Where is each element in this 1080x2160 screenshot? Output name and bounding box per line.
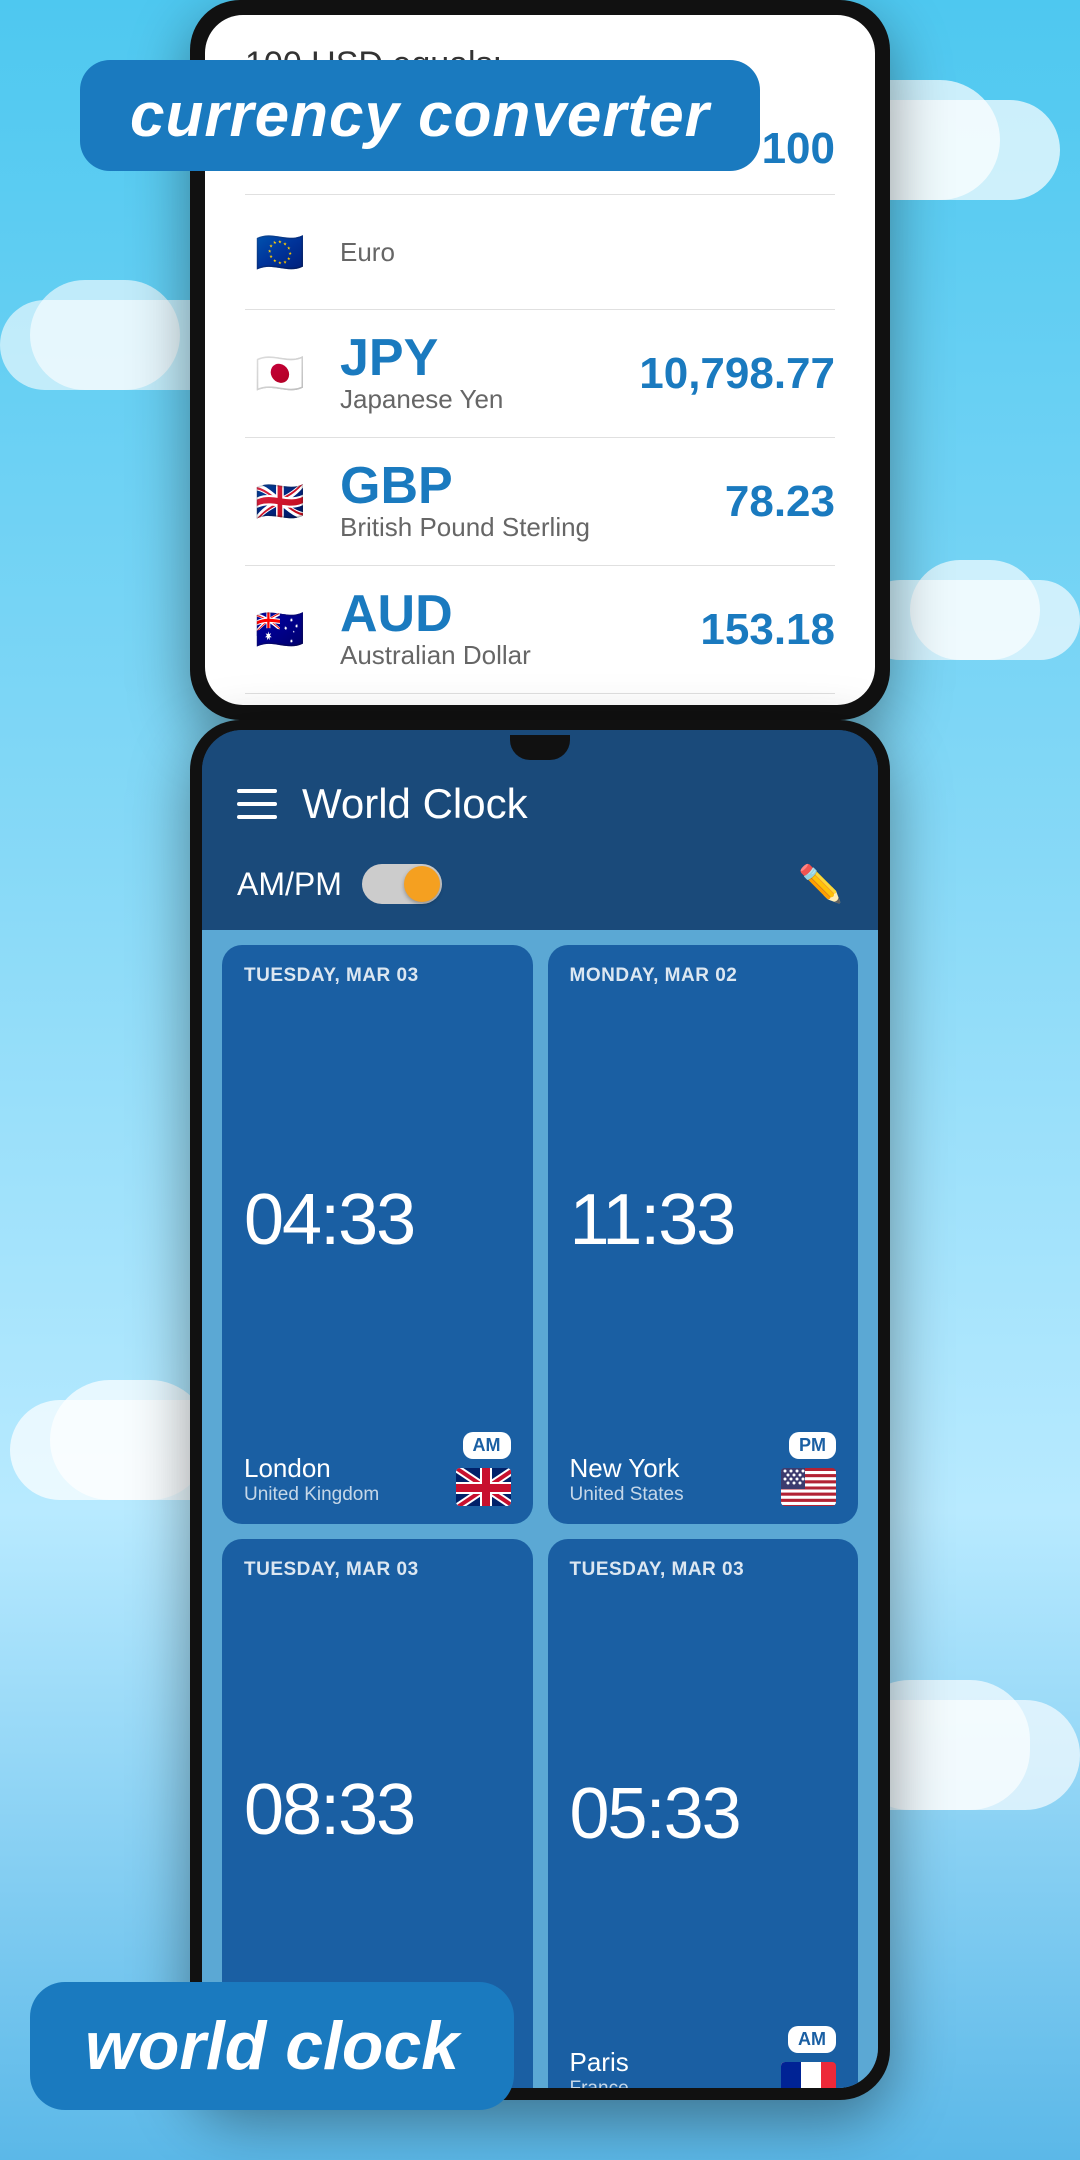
currency-converter-banner: currency converter bbox=[80, 60, 760, 171]
jpy-code: JPY bbox=[340, 332, 639, 384]
paris-country: France bbox=[570, 2078, 629, 2088]
aud-value: 153.18 bbox=[700, 605, 835, 655]
london-time: 04:33 bbox=[244, 997, 511, 1443]
paris-city: Paris bbox=[570, 2047, 629, 2078]
world-clock-toolbar: AM/PM ✏️ bbox=[202, 848, 878, 930]
paris-bottom: Paris France bbox=[570, 2047, 837, 2088]
world-clock-phone: World Clock AM/PM ✏️ TUESDAY, MAR 03 04:… bbox=[190, 720, 890, 2100]
eur-flag: 🇪🇺 bbox=[245, 217, 315, 287]
paris-time: 05:33 bbox=[570, 1591, 837, 2037]
london-date: TUESDAY, MAR 03 bbox=[244, 965, 511, 987]
jpy-value: 10,798.77 bbox=[639, 349, 835, 399]
currency-row-eur: 🇪🇺 Euro bbox=[245, 195, 835, 310]
eur-info: Euro bbox=[340, 237, 835, 268]
uae-time: 08:33 bbox=[244, 1591, 511, 2028]
ampm-label: AM/PM bbox=[237, 866, 342, 903]
clock-card-london: TUESDAY, MAR 03 04:33 AM London United K… bbox=[222, 945, 533, 1524]
newyork-bottom: New York United States bbox=[570, 1453, 837, 1506]
newyork-city: New York bbox=[570, 1453, 684, 1484]
currency-row-jpy: 🇯🇵 JPY Japanese Yen 10,798.77 bbox=[245, 310, 835, 438]
eur-name: Euro bbox=[340, 237, 835, 268]
paris-date: TUESDAY, MAR 03 bbox=[570, 1559, 837, 1581]
gbp-info: GBP British Pound Sterling bbox=[340, 460, 725, 543]
phone-notch bbox=[510, 735, 570, 760]
london-city-info: London United Kingdom bbox=[244, 1453, 379, 1506]
newyork-city-info: New York United States bbox=[570, 1453, 684, 1506]
usd-value: 100 bbox=[762, 124, 835, 174]
newyork-country: United States bbox=[570, 1484, 684, 1506]
jpy-info: JPY Japanese Yen bbox=[340, 332, 639, 415]
ampm-toggle[interactable] bbox=[362, 864, 442, 904]
aud-info: AUD Australian Dollar bbox=[340, 588, 700, 671]
london-bottom: London United Kingdom bbox=[244, 1453, 511, 1506]
currency-row-cad: 🇨🇦 CAD Canadian Dollar 133.35 bbox=[245, 694, 835, 705]
london-ampm: AM bbox=[463, 1432, 511, 1459]
world-clock-banner-text: world clock bbox=[85, 2008, 459, 2084]
currency-row-gbp: 🇬🇧 GBP British Pound Sterling 78.23 bbox=[245, 438, 835, 566]
paris-ampm: AM bbox=[788, 2026, 836, 2053]
edit-button[interactable]: ✏️ bbox=[798, 863, 843, 905]
newyork-ampm: PM bbox=[789, 1432, 836, 1459]
newyork-date: MONDAY, MAR 02 bbox=[570, 965, 837, 987]
gbp-flag: 🇬🇧 bbox=[245, 467, 315, 537]
currency-row-aud: 🇦🇺 AUD Australian Dollar 153.18 bbox=[245, 566, 835, 694]
world-clock-title: World Clock bbox=[302, 780, 528, 828]
london-city: London bbox=[244, 1453, 379, 1484]
aud-flag: 🇦🇺 bbox=[245, 595, 315, 665]
world-clock-banner: world clock bbox=[30, 1982, 514, 2110]
newyork-time: 11:33 bbox=[570, 997, 837, 1443]
clock-card-newyork: MONDAY, MAR 02 11:33 PM New York United … bbox=[548, 945, 859, 1524]
currency-banner-text: currency converter bbox=[130, 81, 710, 150]
gbp-name: British Pound Sterling bbox=[340, 512, 725, 543]
hamburger-button[interactable] bbox=[237, 789, 277, 819]
london-country: United Kingdom bbox=[244, 1484, 379, 1506]
world-clock-screen: World Clock AM/PM ✏️ TUESDAY, MAR 03 04:… bbox=[202, 730, 878, 2088]
paris-city-info: Paris France bbox=[570, 2047, 629, 2088]
clock-grid: TUESDAY, MAR 03 04:33 AM London United K… bbox=[202, 930, 878, 2088]
jpy-flag: 🇯🇵 bbox=[245, 339, 315, 409]
jpy-name: Japanese Yen bbox=[340, 384, 639, 415]
newyork-flag bbox=[781, 1468, 836, 1506]
uae-date: TUESDAY, MAR 03 bbox=[244, 1559, 511, 1581]
gbp-value: 78.23 bbox=[725, 477, 835, 527]
aud-name: Australian Dollar bbox=[340, 640, 700, 671]
aud-code: AUD bbox=[340, 588, 700, 640]
toggle-knob bbox=[404, 866, 440, 902]
gbp-code: GBP bbox=[340, 460, 725, 512]
clock-card-paris: TUESDAY, MAR 03 05:33 AM Paris France bbox=[548, 1539, 859, 2088]
london-flag bbox=[456, 1468, 511, 1506]
paris-flag bbox=[781, 2062, 836, 2088]
